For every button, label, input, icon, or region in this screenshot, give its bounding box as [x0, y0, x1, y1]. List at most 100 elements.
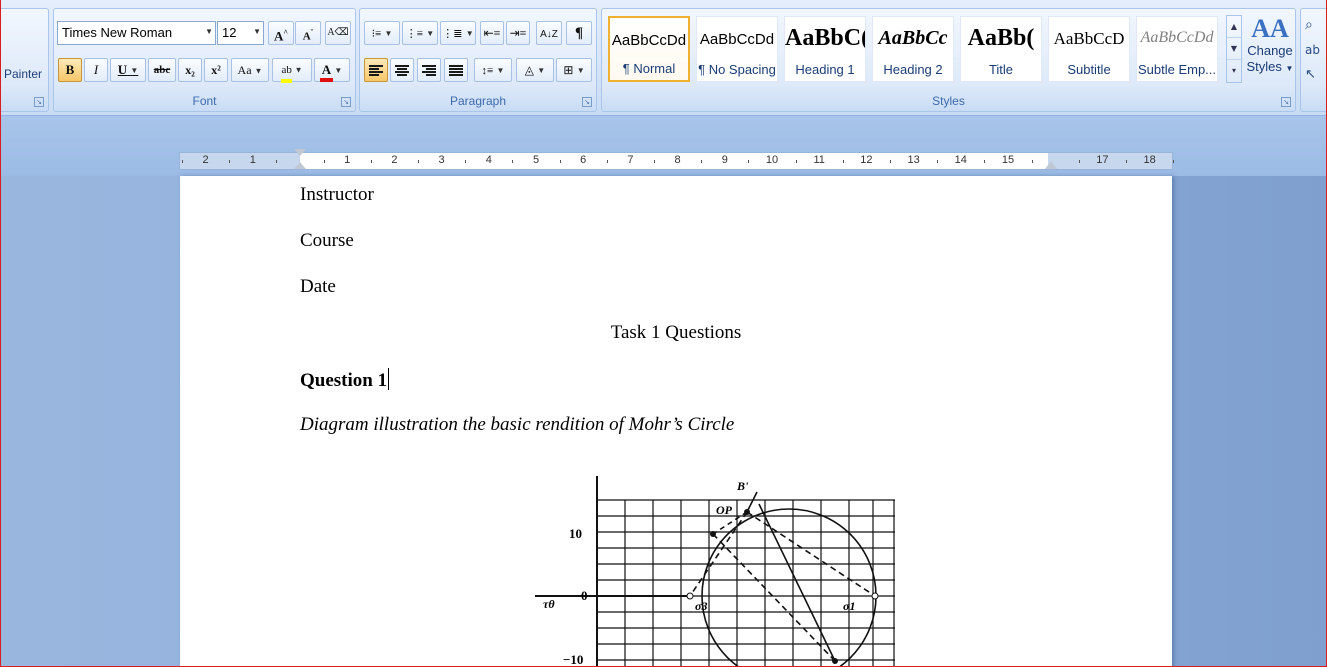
y-tick-label: −10 — [563, 652, 583, 667]
document-page[interactable]: Instructor Course Date Task 1 Questions … — [180, 176, 1172, 667]
align-center-button[interactable] — [390, 58, 414, 82]
italic-button[interactable]: I — [84, 58, 108, 82]
text-caret — [388, 368, 390, 390]
right-indent-marker[interactable] — [1045, 161, 1057, 169]
ruler-number: 11 — [813, 154, 825, 166]
ruler-tick — [1031, 160, 1033, 163]
gallery-scroll: ▲ ▼ ▾ — [1226, 15, 1242, 83]
ruler-tick — [984, 160, 986, 163]
select-icon[interactable]: ↖ — [1305, 67, 1316, 82]
ruler-left-margin — [180, 153, 300, 169]
style-title[interactable]: AaBb( Title — [960, 16, 1042, 82]
chevron-down-icon: ▼ — [1285, 64, 1294, 73]
horizontal-ruler[interactable]: 2 1 1 2 3 4 5 6 7 8 9 10 11 12 13 14 15 17 18 — [179, 149, 1175, 170]
font-size-select[interactable]: 12 ▼ — [217, 21, 264, 45]
grow-font-button[interactable]: A^ — [268, 21, 294, 45]
underline-label: U — [117, 62, 128, 77]
clear-formatting-button[interactable]: A⌫ — [325, 21, 351, 45]
paragraph-dialog-launcher-icon[interactable]: ↘ — [582, 97, 592, 107]
style-subtle-emphasis[interactable]: AaBbCcDd Subtle Emp... — [1136, 16, 1218, 82]
first-line-indent-marker[interactable] — [294, 149, 306, 156]
show-formatting-marks-button[interactable]: ¶ — [566, 21, 592, 45]
change-styles-button[interactable]: AA Change Styles ▼ — [1246, 15, 1294, 95]
ruler-number: 5 — [532, 154, 540, 166]
style-heading-1[interactable]: AaBbC( Heading 1 — [784, 16, 866, 82]
line-spacing-button[interactable]: ↕≡ ▼ — [474, 58, 512, 82]
font-color-button[interactable]: A ▼ — [314, 58, 350, 82]
change-styles-icon: AA — [1251, 14, 1289, 43]
subscript-button[interactable]: x₂ — [178, 58, 202, 82]
point-marker — [744, 509, 750, 515]
paragraph-group: ⁝≡ ▼ ⋮≡ ▼ ⋮≣ ▼ ⇤≡ ⇥≡ A↓Z ¶ ↕≡ ▼ ◬ ▼ ⊞ ▼ … — [359, 8, 597, 112]
style-heading-2[interactable]: AaBbCc Heading 2 — [872, 16, 954, 82]
ruler-number: 3 — [438, 154, 445, 166]
ruler-tick — [606, 160, 608, 163]
highlight-icon: ab — [281, 59, 292, 83]
gallery-scroll-down-icon[interactable]: ▼ — [1227, 38, 1241, 60]
chevron-down-icon: ▼ — [537, 66, 546, 76]
align-left-icon — [369, 65, 383, 77]
ruler-tick — [795, 160, 797, 163]
style-subtitle[interactable]: AaBbCcD Subtitle — [1048, 16, 1130, 82]
align-right-button[interactable] — [417, 58, 441, 82]
style-normal[interactable]: AaBbCcDd ¶ Normal — [608, 16, 690, 82]
chevron-down-icon: ▼ — [253, 27, 261, 36]
underline-button[interactable]: U ▼ — [110, 58, 146, 82]
ruler-tick — [559, 160, 561, 163]
font-dialog-launcher-icon[interactable]: ↘ — [341, 97, 351, 107]
replace-icon[interactable]: ab — [1305, 43, 1320, 57]
gallery-more-icon[interactable]: ▾ — [1227, 60, 1241, 82]
bold-button[interactable]: B — [58, 58, 82, 82]
font-family-value: Times New Roman — [62, 25, 173, 40]
multilevel-list-button[interactable]: ⋮≣ ▼ — [440, 21, 476, 45]
gallery-scroll-up-icon[interactable]: ▲ — [1227, 16, 1241, 38]
question-heading-text: Question 1 — [300, 370, 388, 391]
ruler-number: 12 — [860, 154, 873, 166]
ruler-number: 17 — [1096, 154, 1109, 166]
ruler-tick — [512, 160, 514, 163]
decrease-indent-button[interactable]: ⇤≡ — [480, 21, 504, 45]
axis-label: τθ — [543, 597, 555, 611]
superscript-button[interactable]: x² — [204, 58, 228, 82]
chevron-down-icon: ▼ — [496, 66, 505, 76]
hanging-indent-marker[interactable] — [294, 162, 306, 169]
sort-button[interactable]: A↓Z — [536, 21, 562, 45]
figure-grid — [535, 476, 895, 666]
shrink-font-icon: A — [302, 30, 311, 43]
bullets-button[interactable]: ⁝≡ ▼ — [364, 21, 400, 45]
increase-indent-button[interactable]: ⇥≡ — [506, 21, 530, 45]
ruler-tick — [1078, 160, 1080, 163]
font-family-select[interactable]: Times New Roman ▼ — [57, 21, 216, 45]
ruler-tick — [842, 160, 844, 163]
ruler-tick — [654, 160, 655, 163]
ruler-tick — [229, 160, 231, 163]
chevron-down-icon: ▼ — [130, 66, 139, 76]
numbering-button[interactable]: ⋮≡ ▼ — [402, 21, 438, 45]
bullets-icon: ⁝≡ — [371, 28, 382, 40]
change-case-button[interactable]: Aa ▼ — [231, 58, 269, 82]
point-label-sigma1: σ1 — [843, 599, 855, 613]
strikethrough-button[interactable]: abc — [148, 58, 176, 82]
point-label-b: B' — [736, 479, 749, 493]
chevron-down-icon: ▼ — [294, 65, 303, 75]
format-painter-button[interactable]: Painter — [4, 67, 42, 81]
paragraph-group-label: Paragraph — [449, 94, 507, 108]
shading-button[interactable]: ◬ ▼ — [516, 58, 554, 82]
justify-button[interactable] — [444, 58, 468, 82]
clipboard-group: Painter ↘ — [1, 8, 49, 112]
align-left-button[interactable] — [364, 58, 388, 82]
ruler-tick — [701, 160, 703, 163]
styles-dialog-launcher-icon[interactable]: ↘ — [1281, 97, 1291, 107]
chevron-down-icon: ▼ — [426, 29, 435, 39]
shrink-font-button[interactable]: Aˇ — [295, 21, 321, 45]
ruler-tick — [937, 160, 939, 163]
point-marker — [832, 658, 838, 664]
change-styles-label-line2: Styles — [1246, 59, 1282, 74]
highlight-button[interactable]: ab ▼ — [272, 58, 312, 83]
find-icon[interactable]: ⌕ — [1305, 17, 1313, 33]
clipboard-dialog-launcher-icon[interactable]: ↘ — [34, 97, 44, 107]
style-no-spacing[interactable]: AaBbCcDd ¶ No Spacing — [696, 16, 778, 82]
borders-button[interactable]: ⊞ ▼ — [556, 58, 592, 82]
ruler-number: 6 — [580, 154, 587, 166]
sort-icon: A↓Z — [540, 29, 558, 40]
